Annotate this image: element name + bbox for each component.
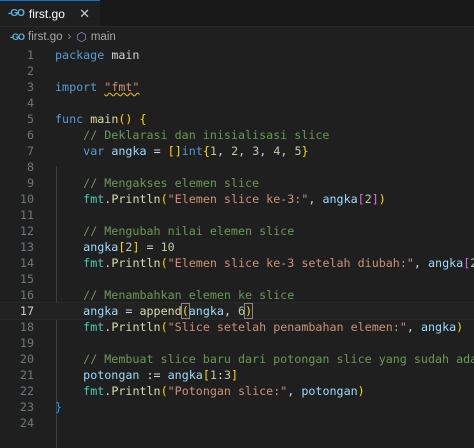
- go-file-icon: -GO: [8, 8, 25, 19]
- line-number: 19: [19, 336, 34, 350]
- line-number: 9: [26, 176, 34, 190]
- line-code: import "fmt": [55, 80, 140, 94]
- line-number: 14: [19, 256, 34, 270]
- code-line[interactable]: 24: [0, 415, 474, 431]
- line-number: 15: [19, 272, 34, 286]
- line-number: 10: [19, 192, 34, 206]
- tab-bar: -GO first.go ✕: [0, 0, 474, 27]
- line-code: package main: [55, 48, 140, 62]
- line-number: 8: [26, 160, 34, 174]
- code-line[interactable]: 17 angka = append(angka, 6): [0, 302, 474, 320]
- code-line[interactable]: 13 angka[2] = 10: [0, 239, 474, 255]
- code-line[interactable]: 18 fmt.Println("Slice setelah penambahan…: [0, 319, 474, 335]
- code-line[interactable]: 20 // Membuat slice baru dari potongan s…: [0, 351, 474, 367]
- breadcrumb: -GO first.go › ⬡ main: [0, 27, 474, 47]
- code-line[interactable]: 7 var angka = []int{1, 2, 3, 4, 5}: [0, 143, 474, 159]
- line-number: 16: [19, 288, 34, 302]
- line-code: fmt.Println("Slice setelah penambahan el…: [83, 320, 464, 334]
- code-line[interactable]: 8: [0, 159, 474, 175]
- code-line[interactable]: 6 // Deklarasi dan inisialisasi slice: [0, 127, 474, 143]
- code-line[interactable]: 1 package main: [0, 47, 474, 63]
- code-line[interactable]: 15: [0, 271, 474, 287]
- code-line[interactable]: 5 func main() {: [0, 111, 474, 127]
- line-code: // Mengubah nilai elemen slice: [83, 224, 295, 238]
- breadcrumb-file[interactable]: first.go: [28, 31, 63, 43]
- code-line[interactable]: 9 // Mengakses elemen slice: [0, 175, 474, 191]
- method-cube-icon: ⬡: [76, 30, 87, 44]
- line-code: func main() {: [55, 112, 147, 126]
- code-line[interactable]: 16 // Menambahkan elemen ke slice: [0, 287, 474, 303]
- code-line[interactable]: 19: [0, 335, 474, 351]
- line-number: 20: [19, 352, 34, 366]
- code-line[interactable]: 10 fmt.Println("Elemen slice ke-3:", ang…: [0, 191, 474, 207]
- line-number: 13: [19, 240, 34, 254]
- code-line[interactable]: 22 fmt.Println("Potongan slice:", potong…: [0, 383, 474, 399]
- line-number: 21: [19, 368, 34, 382]
- go-file-icon: -GO: [10, 32, 25, 42]
- breadcrumb-separator: ›: [67, 31, 72, 43]
- line-number: 22: [19, 384, 34, 398]
- line-number: 6: [26, 128, 34, 142]
- tab-first-go[interactable]: -GO first.go ✕: [0, 0, 100, 26]
- code-line[interactable]: 21 potongan := angka[1:3]: [0, 367, 474, 383]
- line-code: // Deklarasi dan inisialisasi slice: [83, 128, 330, 142]
- line-code: potongan := angka[1:3]: [83, 368, 239, 382]
- code-line[interactable]: 14 fmt.Println("Elemen slice ke-3 setela…: [0, 255, 474, 271]
- code-line[interactable]: 11: [0, 207, 474, 223]
- line-code: // Menambahkan elemen ke slice: [83, 288, 295, 302]
- line-number: 3: [26, 80, 34, 94]
- line-number: 11: [19, 208, 34, 222]
- line-number: 1: [26, 48, 34, 62]
- line-code: fmt.Println("Elemen slice ke-3 setelah d…: [83, 256, 474, 270]
- line-code: angka[2] = 10: [83, 240, 175, 254]
- line-number: 5: [26, 112, 34, 126]
- line-number: 24: [19, 416, 34, 430]
- line-code: fmt.Println("Elemen slice ke-3:", angka[…: [83, 192, 386, 206]
- code-editor[interactable]: 1 package main 2 3 import "fmt" 4 5 func main()…: [0, 47, 474, 448]
- breadcrumb-symbol[interactable]: main: [91, 31, 116, 43]
- code-line[interactable]: 4: [0, 95, 474, 111]
- line-number: 18: [19, 320, 34, 334]
- line-number: 4: [26, 96, 34, 110]
- code-line[interactable]: 3 import "fmt": [0, 79, 474, 95]
- line-number: 17: [19, 304, 34, 318]
- code-line[interactable]: 2: [0, 63, 474, 79]
- line-code: fmt.Println("Potongan slice:", potongan): [83, 384, 365, 398]
- line-code: angka = append(angka, 6): [83, 303, 254, 319]
- line-code: // Mengakses elemen slice: [83, 176, 260, 190]
- line-number: 23: [19, 400, 34, 414]
- line-code: }: [55, 400, 63, 414]
- close-icon[interactable]: ✕: [79, 6, 90, 22]
- line-number: 2: [26, 64, 34, 78]
- code-line[interactable]: 12 // Mengubah nilai elemen slice: [0, 223, 474, 239]
- line-code: // Membuat slice baru dari potongan slic…: [83, 352, 474, 366]
- line-number: 12: [19, 224, 34, 238]
- code-line[interactable]: 23}: [0, 399, 474, 415]
- line-number: 7: [26, 144, 34, 158]
- tab-label: first.go: [28, 6, 65, 21]
- line-code: var angka = []int{1, 2, 3, 4, 5}: [83, 144, 309, 158]
